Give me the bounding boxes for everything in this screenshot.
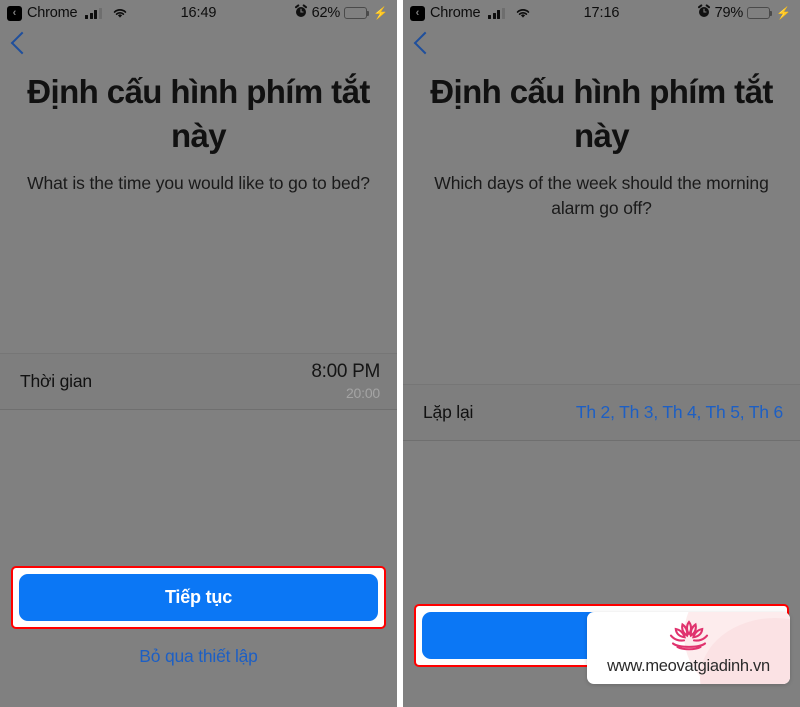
watermark-badge: www.meovatgiadinh.vn: [587, 612, 790, 684]
rows-bottom-spacer: [403, 441, 800, 604]
table-row[interactable]: Thời gian 8:00 PM 20:00: [0, 354, 397, 409]
navigation-bar: [403, 26, 800, 60]
settings-row-group: Lặp lại Th 2, Th 3, Th 4, Th 5, Th 6: [403, 384, 800, 442]
table-row[interactable]: Lặp lại Th 2, Th 3, Th 4, Th 5, Th 6: [403, 385, 800, 440]
repeat-days-value[interactable]: Th 2, Th 3, Th 4, Th 5, Th 6: [576, 402, 783, 422]
lightning-bolt-icon: ⚡: [373, 6, 388, 20]
status-bar: ‹ Chrome 16:49 62% ⚡: [0, 0, 397, 26]
battery-percentage: 62%: [311, 5, 341, 21]
settings-row-group: Thời gian 8:00 PM 20:00: [0, 352, 397, 410]
status-bar: ‹ Chrome 17:16 79% ⚡: [403, 0, 800, 26]
phone-screen-bedtime: ‹ Chrome 16:49 62% ⚡ Định cấu hình phím …: [0, 0, 397, 707]
skip-setup-link[interactable]: Bỏ qua thiết lập: [0, 646, 397, 667]
screenshot-comparison: ‹ Chrome 16:49 62% ⚡ Định cấu hình phím …: [0, 0, 800, 707]
home-indicator-area: [0, 681, 397, 707]
battery-icon: [747, 7, 773, 19]
watermark-content: www.meovatgiadinh.vn: [587, 612, 790, 676]
status-bar-right: 79% ⚡: [697, 4, 791, 22]
chevron-left-icon[interactable]: [10, 31, 34, 55]
lotus-flower-icon: [662, 617, 716, 656]
time-value-24h: 20:00: [345, 385, 380, 402]
row-label-time: Thời gian: [20, 370, 92, 391]
row-value-time: 8:00 PM 20:00: [311, 361, 380, 401]
bottom-actions: Tiếp tục Bỏ qua thiết lập: [0, 566, 397, 681]
continue-button-highlight: Tiếp tục: [11, 566, 386, 630]
lightning-bolt-icon: ⚡: [776, 6, 791, 20]
time-value-12h: 8:00 PM: [311, 361, 380, 383]
row-label-repeat: Lặp lại: [423, 402, 474, 423]
home-indicator-area: [403, 681, 800, 707]
page-header: Định cấu hình phím tắt này What is the t…: [0, 60, 397, 196]
battery-icon: [344, 7, 370, 19]
page-header: Định cấu hình phím tắt này Which days of…: [403, 60, 800, 221]
continue-button[interactable]: Tiếp tục: [19, 574, 378, 622]
row-value-repeat: Th 2, Th 3, Th 4, Th 5, Th 6: [576, 402, 783, 423]
phone-screen-repeat-days: ‹ Chrome 17:16 79% ⚡ Định cấu hình phím …: [403, 0, 800, 707]
page-subtitle: What is the time you would like to go to…: [27, 173, 370, 194]
page-title: Định cấu hình phím tắt này: [430, 73, 773, 155]
chevron-left-icon[interactable]: [413, 31, 437, 55]
alarm-clock-icon: [697, 4, 711, 22]
page-title: Định cấu hình phím tắt này: [27, 73, 370, 155]
navigation-bar: [0, 26, 397, 60]
rows-bottom-spacer: [0, 410, 397, 566]
watermark-url: www.meovatgiadinh.vn: [607, 657, 770, 675]
continue-button-label: Tiếp tục: [164, 587, 233, 608]
header-spacer: [0, 196, 397, 352]
status-bar-right: 62% ⚡: [294, 4, 388, 22]
alarm-clock-icon: [294, 4, 308, 22]
page-subtitle: Which days of the week should the mornin…: [434, 173, 769, 219]
battery-percentage: 79%: [714, 5, 744, 21]
header-spacer: [403, 221, 800, 384]
